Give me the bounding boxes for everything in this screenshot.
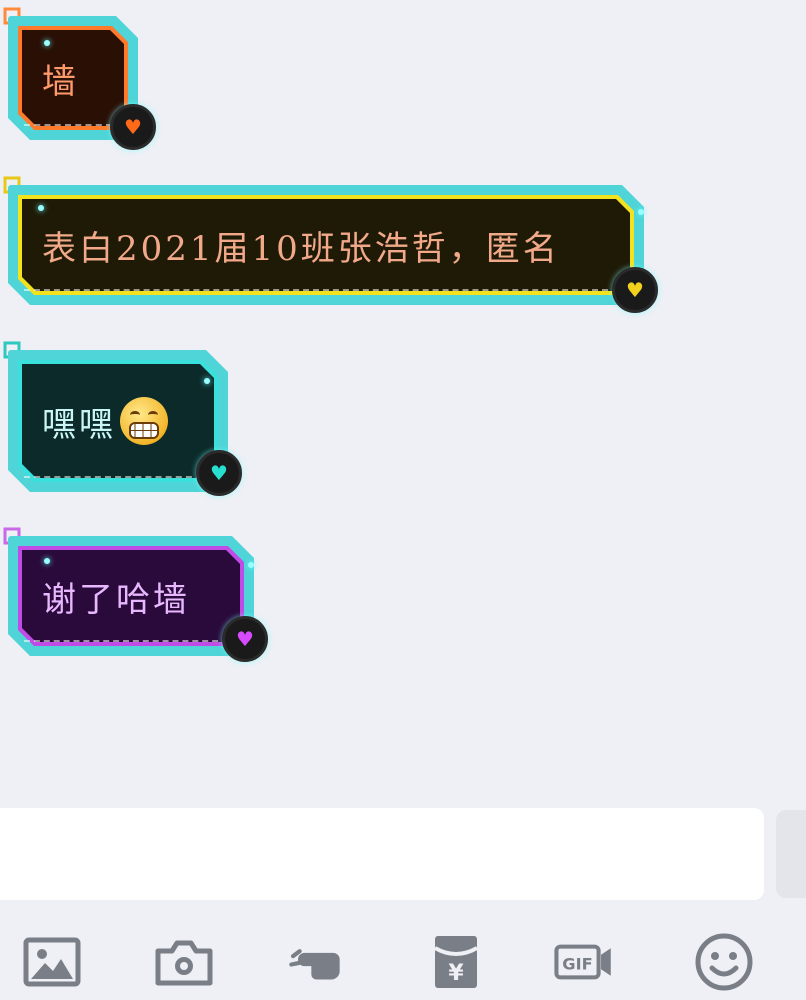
message-bubble[interactable]: 墙 ♥ <box>3 7 156 150</box>
sparkle-icon <box>44 40 50 46</box>
image-button[interactable] <box>22 934 82 990</box>
message-input[interactable] <box>0 808 764 900</box>
composer <box>0 808 806 900</box>
poke-button[interactable] <box>288 934 348 990</box>
heart-icon: ♥ <box>196 450 242 496</box>
sparkle-icon <box>204 378 210 384</box>
emoji-button[interactable] <box>694 933 754 991</box>
sparkle-icon <box>38 205 44 211</box>
camera-button[interactable] <box>154 934 214 990</box>
red-packet-label: ¥ <box>448 961 464 986</box>
divider <box>24 476 202 478</box>
composer-toolbar: ¥ GIF <box>0 920 806 1000</box>
divider <box>24 289 618 291</box>
message-text: 墙 <box>42 61 79 102</box>
message-text: 表白2021届10班张浩哲，匿名 <box>42 228 560 269</box>
heart-icon: ♥ <box>612 267 658 313</box>
camera-icon <box>155 940 213 986</box>
gif-label: GIF <box>562 954 592 973</box>
message-bubble[interactable]: 谢了哈墙 ♥ <box>3 527 268 662</box>
message-text: 嘿嘿 <box>42 404 116 445</box>
heart-icon: ♥ <box>222 616 268 662</box>
red-packet-button[interactable]: ¥ <box>426 934 486 990</box>
red-packet-icon: ¥ <box>434 936 478 988</box>
image-icon <box>23 937 81 987</box>
divider <box>24 124 112 126</box>
sparkle-icon <box>44 558 50 564</box>
heart-icon: ♥ <box>110 104 156 150</box>
emoji-icon <box>695 933 753 991</box>
chat-message-list[interactable]: 墙 ♥ 表白2021届10班张浩哲，匿名 ♥ 嘿嘿 ♥ 谢了哈墙 ♥ <box>0 0 806 800</box>
poke-hand-icon <box>289 949 340 980</box>
message-bubble[interactable]: 嘿嘿 ♥ <box>3 341 242 496</box>
gif-icon: GIF <box>554 944 611 980</box>
gif-button[interactable]: GIF <box>554 934 614 990</box>
grimacing-face-icon <box>120 397 168 445</box>
message-bubble[interactable]: 表白2021届10班张浩哲，匿名 ♥ <box>3 176 658 313</box>
send-button[interactable] <box>776 810 806 898</box>
divider <box>24 640 228 642</box>
sparkle-icon <box>248 562 254 568</box>
sparkle-icon <box>638 209 644 215</box>
message-text: 谢了哈墙 <box>42 579 190 620</box>
